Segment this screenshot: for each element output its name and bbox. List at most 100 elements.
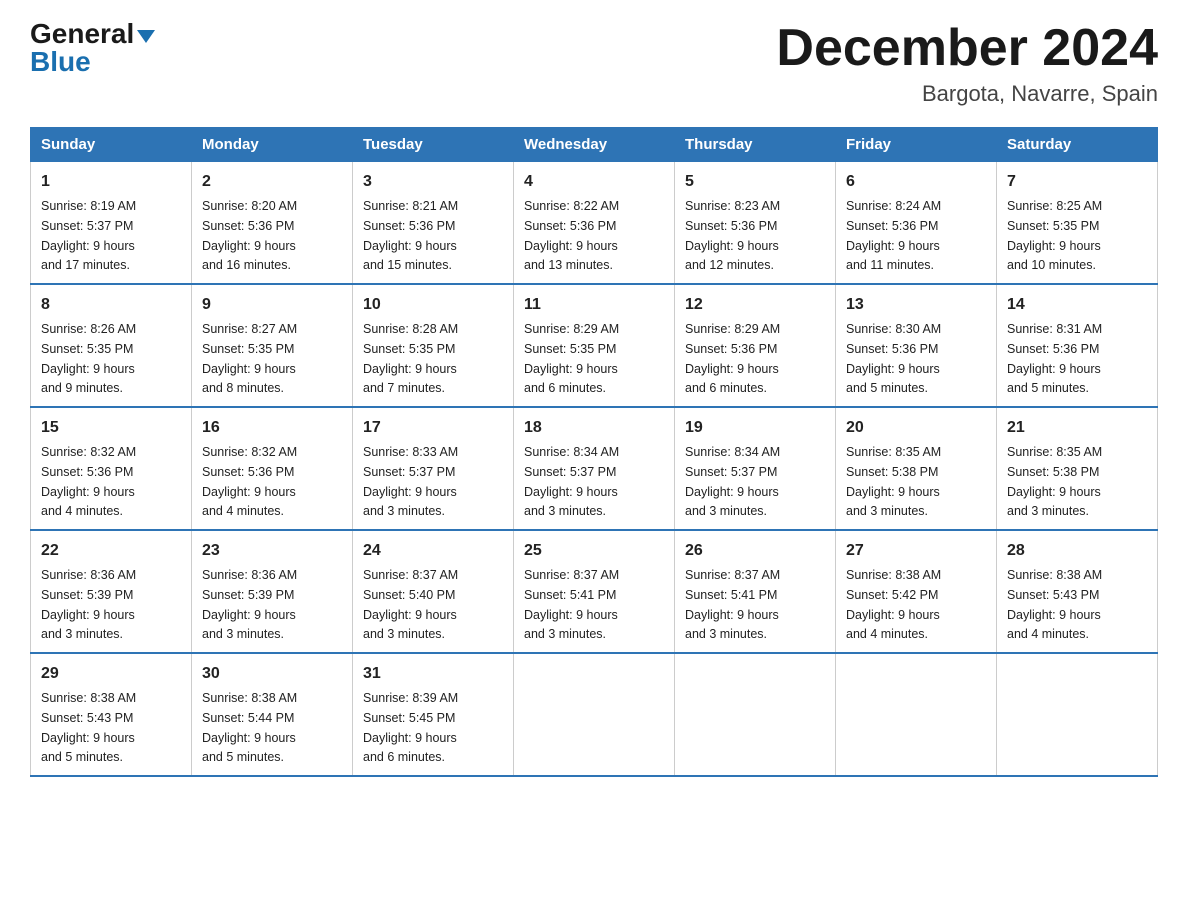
calendar-cell: 3 Sunrise: 8:21 AMSunset: 5:36 PMDayligh… xyxy=(353,162,514,285)
day-number: 11 xyxy=(524,293,664,317)
calendar-cell: 10 Sunrise: 8:28 AMSunset: 5:35 PMDaylig… xyxy=(353,284,514,407)
calendar-week-row: 29 Sunrise: 8:38 AMSunset: 5:43 PMDaylig… xyxy=(31,653,1158,776)
calendar-cell: 1 Sunrise: 8:19 AMSunset: 5:37 PMDayligh… xyxy=(31,162,192,285)
day-info: Sunrise: 8:38 AMSunset: 5:43 PMDaylight:… xyxy=(1007,568,1102,641)
day-number: 10 xyxy=(363,293,503,317)
calendar-cell: 26 Sunrise: 8:37 AMSunset: 5:41 PMDaylig… xyxy=(675,530,836,653)
day-number: 1 xyxy=(41,170,181,194)
day-number: 22 xyxy=(41,539,181,563)
day-number: 23 xyxy=(202,539,342,563)
day-info: Sunrise: 8:31 AMSunset: 5:36 PMDaylight:… xyxy=(1007,322,1102,395)
calendar-week-row: 15 Sunrise: 8:32 AMSunset: 5:36 PMDaylig… xyxy=(31,407,1158,530)
calendar-cell: 8 Sunrise: 8:26 AMSunset: 5:35 PMDayligh… xyxy=(31,284,192,407)
calendar-cell xyxy=(675,653,836,776)
calendar-cell: 21 Sunrise: 8:35 AMSunset: 5:38 PMDaylig… xyxy=(997,407,1158,530)
day-info: Sunrise: 8:25 AMSunset: 5:35 PMDaylight:… xyxy=(1007,199,1102,272)
day-info: Sunrise: 8:35 AMSunset: 5:38 PMDaylight:… xyxy=(1007,445,1102,518)
day-info: Sunrise: 8:24 AMSunset: 5:36 PMDaylight:… xyxy=(846,199,941,272)
calendar-cell: 27 Sunrise: 8:38 AMSunset: 5:42 PMDaylig… xyxy=(836,530,997,653)
day-info: Sunrise: 8:33 AMSunset: 5:37 PMDaylight:… xyxy=(363,445,458,518)
calendar-header-row: Sunday Monday Tuesday Wednesday Thursday… xyxy=(31,128,1158,162)
month-title: December 2024 xyxy=(776,20,1158,77)
day-info: Sunrise: 8:34 AMSunset: 5:37 PMDaylight:… xyxy=(524,445,619,518)
day-number: 20 xyxy=(846,416,986,440)
day-number: 19 xyxy=(685,416,825,440)
day-number: 8 xyxy=(41,293,181,317)
col-sunday: Sunday xyxy=(31,128,192,162)
day-number: 6 xyxy=(846,170,986,194)
day-number: 29 xyxy=(41,662,181,686)
calendar-cell: 5 Sunrise: 8:23 AMSunset: 5:36 PMDayligh… xyxy=(675,162,836,285)
day-info: Sunrise: 8:37 AMSunset: 5:40 PMDaylight:… xyxy=(363,568,458,641)
calendar-cell: 7 Sunrise: 8:25 AMSunset: 5:35 PMDayligh… xyxy=(997,162,1158,285)
day-info: Sunrise: 8:37 AMSunset: 5:41 PMDaylight:… xyxy=(685,568,780,641)
calendar-table: Sunday Monday Tuesday Wednesday Thursday… xyxy=(30,127,1158,777)
day-info: Sunrise: 8:22 AMSunset: 5:36 PMDaylight:… xyxy=(524,199,619,272)
calendar-cell: 22 Sunrise: 8:36 AMSunset: 5:39 PMDaylig… xyxy=(31,530,192,653)
day-number: 15 xyxy=(41,416,181,440)
day-number: 12 xyxy=(685,293,825,317)
calendar-week-row: 1 Sunrise: 8:19 AMSunset: 5:37 PMDayligh… xyxy=(31,162,1158,285)
col-tuesday: Tuesday xyxy=(353,128,514,162)
day-info: Sunrise: 8:28 AMSunset: 5:35 PMDaylight:… xyxy=(363,322,458,395)
day-info: Sunrise: 8:23 AMSunset: 5:36 PMDaylight:… xyxy=(685,199,780,272)
calendar-cell: 31 Sunrise: 8:39 AMSunset: 5:45 PMDaylig… xyxy=(353,653,514,776)
day-info: Sunrise: 8:27 AMSunset: 5:35 PMDaylight:… xyxy=(202,322,297,395)
day-info: Sunrise: 8:38 AMSunset: 5:44 PMDaylight:… xyxy=(202,691,297,764)
day-info: Sunrise: 8:34 AMSunset: 5:37 PMDaylight:… xyxy=(685,445,780,518)
title-block: December 2024 Bargota, Navarre, Spain xyxy=(776,20,1158,107)
day-number: 9 xyxy=(202,293,342,317)
calendar-cell: 25 Sunrise: 8:37 AMSunset: 5:41 PMDaylig… xyxy=(514,530,675,653)
day-number: 5 xyxy=(685,170,825,194)
day-number: 31 xyxy=(363,662,503,686)
day-number: 3 xyxy=(363,170,503,194)
day-info: Sunrise: 8:36 AMSunset: 5:39 PMDaylight:… xyxy=(41,568,136,641)
day-info: Sunrise: 8:39 AMSunset: 5:45 PMDaylight:… xyxy=(363,691,458,764)
day-number: 13 xyxy=(846,293,986,317)
calendar-week-row: 22 Sunrise: 8:36 AMSunset: 5:39 PMDaylig… xyxy=(31,530,1158,653)
day-info: Sunrise: 8:30 AMSunset: 5:36 PMDaylight:… xyxy=(846,322,941,395)
calendar-cell: 2 Sunrise: 8:20 AMSunset: 5:36 PMDayligh… xyxy=(192,162,353,285)
page-header: General Blue December 2024 Bargota, Nava… xyxy=(30,20,1158,107)
calendar-cell: 28 Sunrise: 8:38 AMSunset: 5:43 PMDaylig… xyxy=(997,530,1158,653)
calendar-cell xyxy=(836,653,997,776)
day-info: Sunrise: 8:19 AMSunset: 5:37 PMDaylight:… xyxy=(41,199,136,272)
day-number: 27 xyxy=(846,539,986,563)
day-number: 30 xyxy=(202,662,342,686)
location: Bargota, Navarre, Spain xyxy=(776,81,1158,107)
day-info: Sunrise: 8:26 AMSunset: 5:35 PMDaylight:… xyxy=(41,322,136,395)
calendar-cell: 24 Sunrise: 8:37 AMSunset: 5:40 PMDaylig… xyxy=(353,530,514,653)
day-number: 21 xyxy=(1007,416,1147,440)
day-info: Sunrise: 8:29 AMSunset: 5:36 PMDaylight:… xyxy=(685,322,780,395)
calendar-cell: 9 Sunrise: 8:27 AMSunset: 5:35 PMDayligh… xyxy=(192,284,353,407)
calendar-cell: 4 Sunrise: 8:22 AMSunset: 5:36 PMDayligh… xyxy=(514,162,675,285)
col-thursday: Thursday xyxy=(675,128,836,162)
logo: General Blue xyxy=(30,20,155,76)
calendar-cell: 20 Sunrise: 8:35 AMSunset: 5:38 PMDaylig… xyxy=(836,407,997,530)
calendar-cell: 23 Sunrise: 8:36 AMSunset: 5:39 PMDaylig… xyxy=(192,530,353,653)
day-number: 18 xyxy=(524,416,664,440)
day-number: 24 xyxy=(363,539,503,563)
day-info: Sunrise: 8:38 AMSunset: 5:42 PMDaylight:… xyxy=(846,568,941,641)
calendar-cell xyxy=(997,653,1158,776)
day-info: Sunrise: 8:21 AMSunset: 5:36 PMDaylight:… xyxy=(363,199,458,272)
calendar-cell: 12 Sunrise: 8:29 AMSunset: 5:36 PMDaylig… xyxy=(675,284,836,407)
day-number: 17 xyxy=(363,416,503,440)
day-number: 7 xyxy=(1007,170,1147,194)
calendar-cell: 16 Sunrise: 8:32 AMSunset: 5:36 PMDaylig… xyxy=(192,407,353,530)
calendar-cell: 6 Sunrise: 8:24 AMSunset: 5:36 PMDayligh… xyxy=(836,162,997,285)
calendar-cell: 19 Sunrise: 8:34 AMSunset: 5:37 PMDaylig… xyxy=(675,407,836,530)
logo-triangle-icon xyxy=(137,30,155,43)
col-friday: Friday xyxy=(836,128,997,162)
calendar-cell xyxy=(514,653,675,776)
calendar-cell: 18 Sunrise: 8:34 AMSunset: 5:37 PMDaylig… xyxy=(514,407,675,530)
col-saturday: Saturday xyxy=(997,128,1158,162)
day-number: 26 xyxy=(685,539,825,563)
day-info: Sunrise: 8:38 AMSunset: 5:43 PMDaylight:… xyxy=(41,691,136,764)
day-info: Sunrise: 8:20 AMSunset: 5:36 PMDaylight:… xyxy=(202,199,297,272)
day-number: 4 xyxy=(524,170,664,194)
col-wednesday: Wednesday xyxy=(514,128,675,162)
calendar-cell: 11 Sunrise: 8:29 AMSunset: 5:35 PMDaylig… xyxy=(514,284,675,407)
day-number: 16 xyxy=(202,416,342,440)
day-info: Sunrise: 8:37 AMSunset: 5:41 PMDaylight:… xyxy=(524,568,619,641)
